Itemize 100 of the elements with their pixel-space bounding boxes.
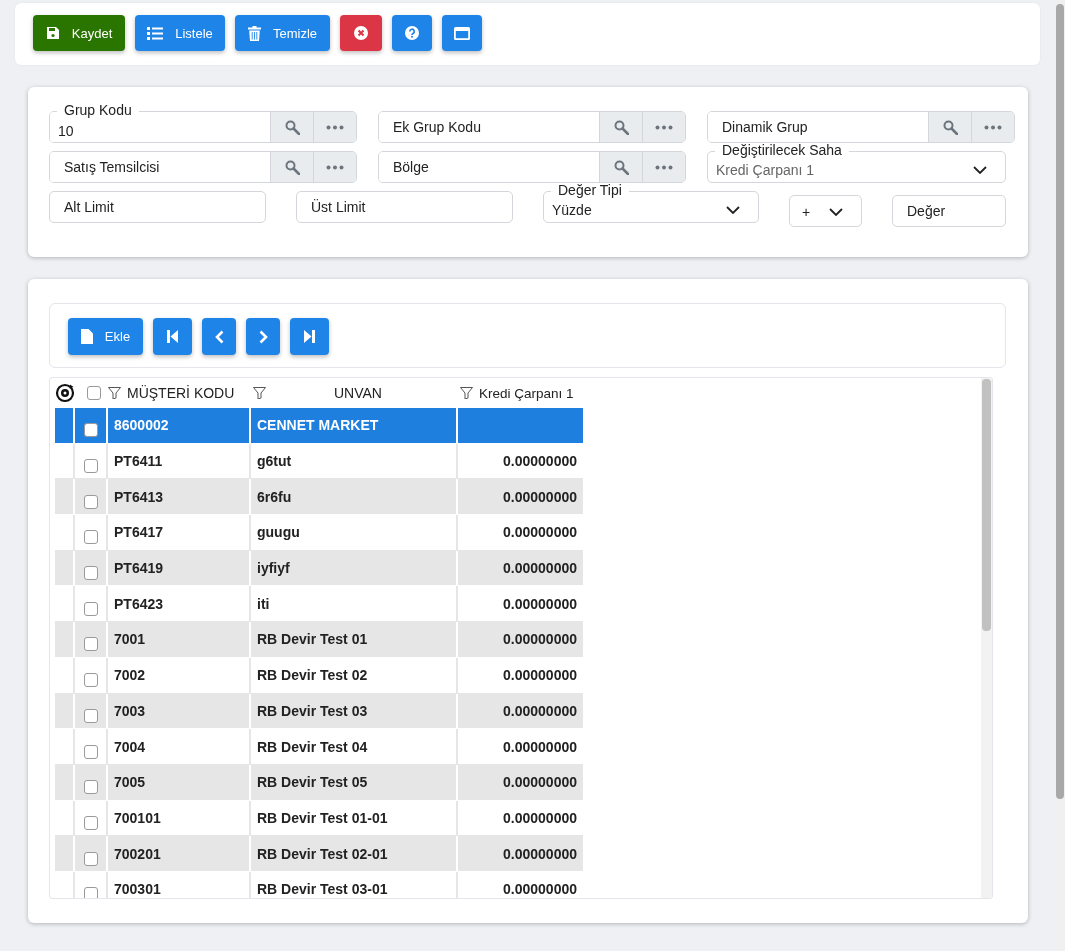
help-icon	[405, 26, 419, 40]
column-header[interactable]: MÜŞTERİ KODU	[127, 385, 235, 401]
table-row[interactable]: 8600002 CENNET MARKET	[55, 408, 583, 444]
table-cell: iyfiyf	[257, 560, 290, 577]
more-button[interactable]	[971, 112, 1014, 142]
search-icon	[284, 119, 300, 135]
refresh-gear-icon	[55, 383, 75, 403]
chevron-down-icon	[829, 208, 843, 216]
previous-page-button[interactable]	[202, 318, 236, 355]
search-icon	[613, 119, 629, 135]
trash-icon	[247, 25, 261, 41]
dropdown-field[interactable]: +	[789, 195, 862, 227]
search-icon	[284, 159, 300, 175]
text-field[interactable]: Üst Limit	[296, 191, 513, 223]
row-checkbox[interactable]	[83, 423, 98, 438]
row-checkbox[interactable]	[83, 494, 98, 509]
table-cell: 0.00000000	[503, 881, 577, 898]
scroll-thumb[interactable]	[1056, 4, 1064, 799]
page-scrollbar[interactable]	[1055, 0, 1065, 951]
search-button[interactable]	[599, 112, 642, 142]
table-cell: 0.00000000	[503, 667, 577, 684]
filter-icon	[108, 387, 121, 399]
skip-last-icon	[304, 330, 315, 343]
table-row[interactable]: 7003 RB Devir Test 03 0.00000000	[55, 693, 583, 730]
field-label: Grup Kodu	[57, 103, 139, 118]
table-cell: g6tut	[257, 453, 292, 470]
window-icon	[454, 26, 470, 40]
scroll-thumb[interactable]	[982, 379, 991, 631]
table-row[interactable]: 7002 RB Devir Test 02 0.00000000	[55, 657, 583, 694]
clear-button[interactable]: Temizle	[235, 15, 330, 51]
search-button[interactable]	[270, 112, 313, 142]
first-page-button[interactable]	[153, 318, 192, 355]
table-cell: 0.00000000	[503, 560, 577, 577]
table-cell: PT6413	[114, 488, 164, 505]
row-checkbox[interactable]	[83, 673, 98, 688]
row-checkbox[interactable]	[83, 708, 98, 723]
select-all-checkbox[interactable]	[87, 386, 101, 400]
table-row[interactable]: PT6419 iyfiyf 0.00000000	[55, 550, 583, 587]
window-button[interactable]	[442, 15, 482, 51]
table-row[interactable]: PT6413 6r6fu 0.00000000	[55, 479, 583, 516]
table-cell: RB Devir Test 02	[257, 667, 368, 684]
row-checkbox[interactable]	[83, 530, 98, 545]
table-cell: 0.00000000	[503, 702, 577, 719]
lookup-field[interactable]: Bölge	[378, 151, 686, 183]
row-checkbox[interactable]	[83, 566, 98, 581]
search-button[interactable]	[270, 152, 313, 182]
row-checkbox[interactable]	[83, 780, 98, 795]
table-cell: 7004	[114, 738, 146, 755]
row-checkbox[interactable]	[83, 459, 98, 474]
table-cell: iti	[257, 595, 270, 612]
chevron-down-icon	[973, 166, 987, 174]
search-button[interactable]	[928, 112, 971, 142]
help-button[interactable]	[392, 15, 432, 51]
table-row[interactable]: 7001 RB Devir Test 01 0.00000000	[55, 622, 583, 658]
search-button[interactable]	[599, 152, 642, 182]
last-page-button[interactable]	[290, 318, 329, 355]
table-row[interactable]: PT6411 g6tut 0.00000000	[55, 443, 583, 480]
grid-scrollbar[interactable]	[981, 378, 992, 898]
row-checkbox[interactable]	[83, 601, 98, 616]
text-field[interactable]: Alt Limit	[49, 191, 266, 223]
close-icon	[354, 26, 368, 40]
table-row[interactable]: PT6417 guugu 0.00000000	[55, 515, 583, 551]
row-checkbox[interactable]	[83, 744, 98, 759]
text-field[interactable]: Değer	[892, 195, 1006, 227]
more-button[interactable]	[642, 112, 685, 142]
table-cell: 8600002	[114, 417, 169, 434]
table-row[interactable]: 700201 RB Devir Test 02-01 0.00000000	[55, 836, 583, 872]
row-checkbox[interactable]	[83, 887, 98, 898]
cancel-button[interactable]	[340, 15, 382, 51]
list-icon	[147, 26, 164, 40]
save-button[interactable]: Kaydet	[33, 15, 125, 51]
row-checkbox[interactable]	[83, 815, 98, 830]
table-cell: 0.00000000	[503, 774, 577, 791]
table-cell: RB Devir Test 03-01	[257, 881, 388, 898]
table-cell: RB Devir Test 05	[257, 774, 368, 791]
column-header[interactable]: UNVAN	[334, 385, 382, 401]
next-page-button[interactable]	[246, 318, 280, 355]
add-button[interactable]: Ekle	[68, 318, 143, 355]
column-header[interactable]: Kredi Çarpanı 1	[479, 385, 574, 401]
table-cell: 6r6fu	[257, 488, 292, 505]
table-cell: RB Devir Test 03	[257, 702, 368, 719]
selected-value: Kredi Çarpanı 1	[716, 162, 815, 178]
table-cell: PT6423	[114, 595, 164, 612]
lookup-field[interactable]: Ek Grup Kodu	[378, 111, 686, 143]
row-checkbox[interactable]	[83, 851, 98, 866]
table-row[interactable]: 7004 RB Devir Test 04 0.00000000	[55, 729, 583, 765]
list-button[interactable]: Listele	[135, 15, 225, 51]
table-row[interactable]: 700101 RB Devir Test 01-01 0.00000000	[55, 800, 583, 837]
table-cell: 0.00000000	[503, 845, 577, 862]
lookup-field[interactable]: Dinamik Grup	[707, 111, 1015, 143]
filter-icon	[253, 387, 266, 399]
lookup-field[interactable]: Satış Temsilcisi	[49, 151, 357, 183]
more-button[interactable]	[642, 152, 685, 182]
chevron-left-icon	[214, 329, 224, 344]
table-row[interactable]: PT6423 iti 0.00000000	[55, 586, 583, 623]
row-checkbox[interactable]	[83, 637, 98, 652]
more-button[interactable]	[313, 112, 356, 142]
table-row[interactable]: 7005 RB Devir Test 05 0.00000000	[55, 764, 583, 801]
more-button[interactable]	[313, 152, 356, 182]
search-icon	[942, 119, 958, 135]
